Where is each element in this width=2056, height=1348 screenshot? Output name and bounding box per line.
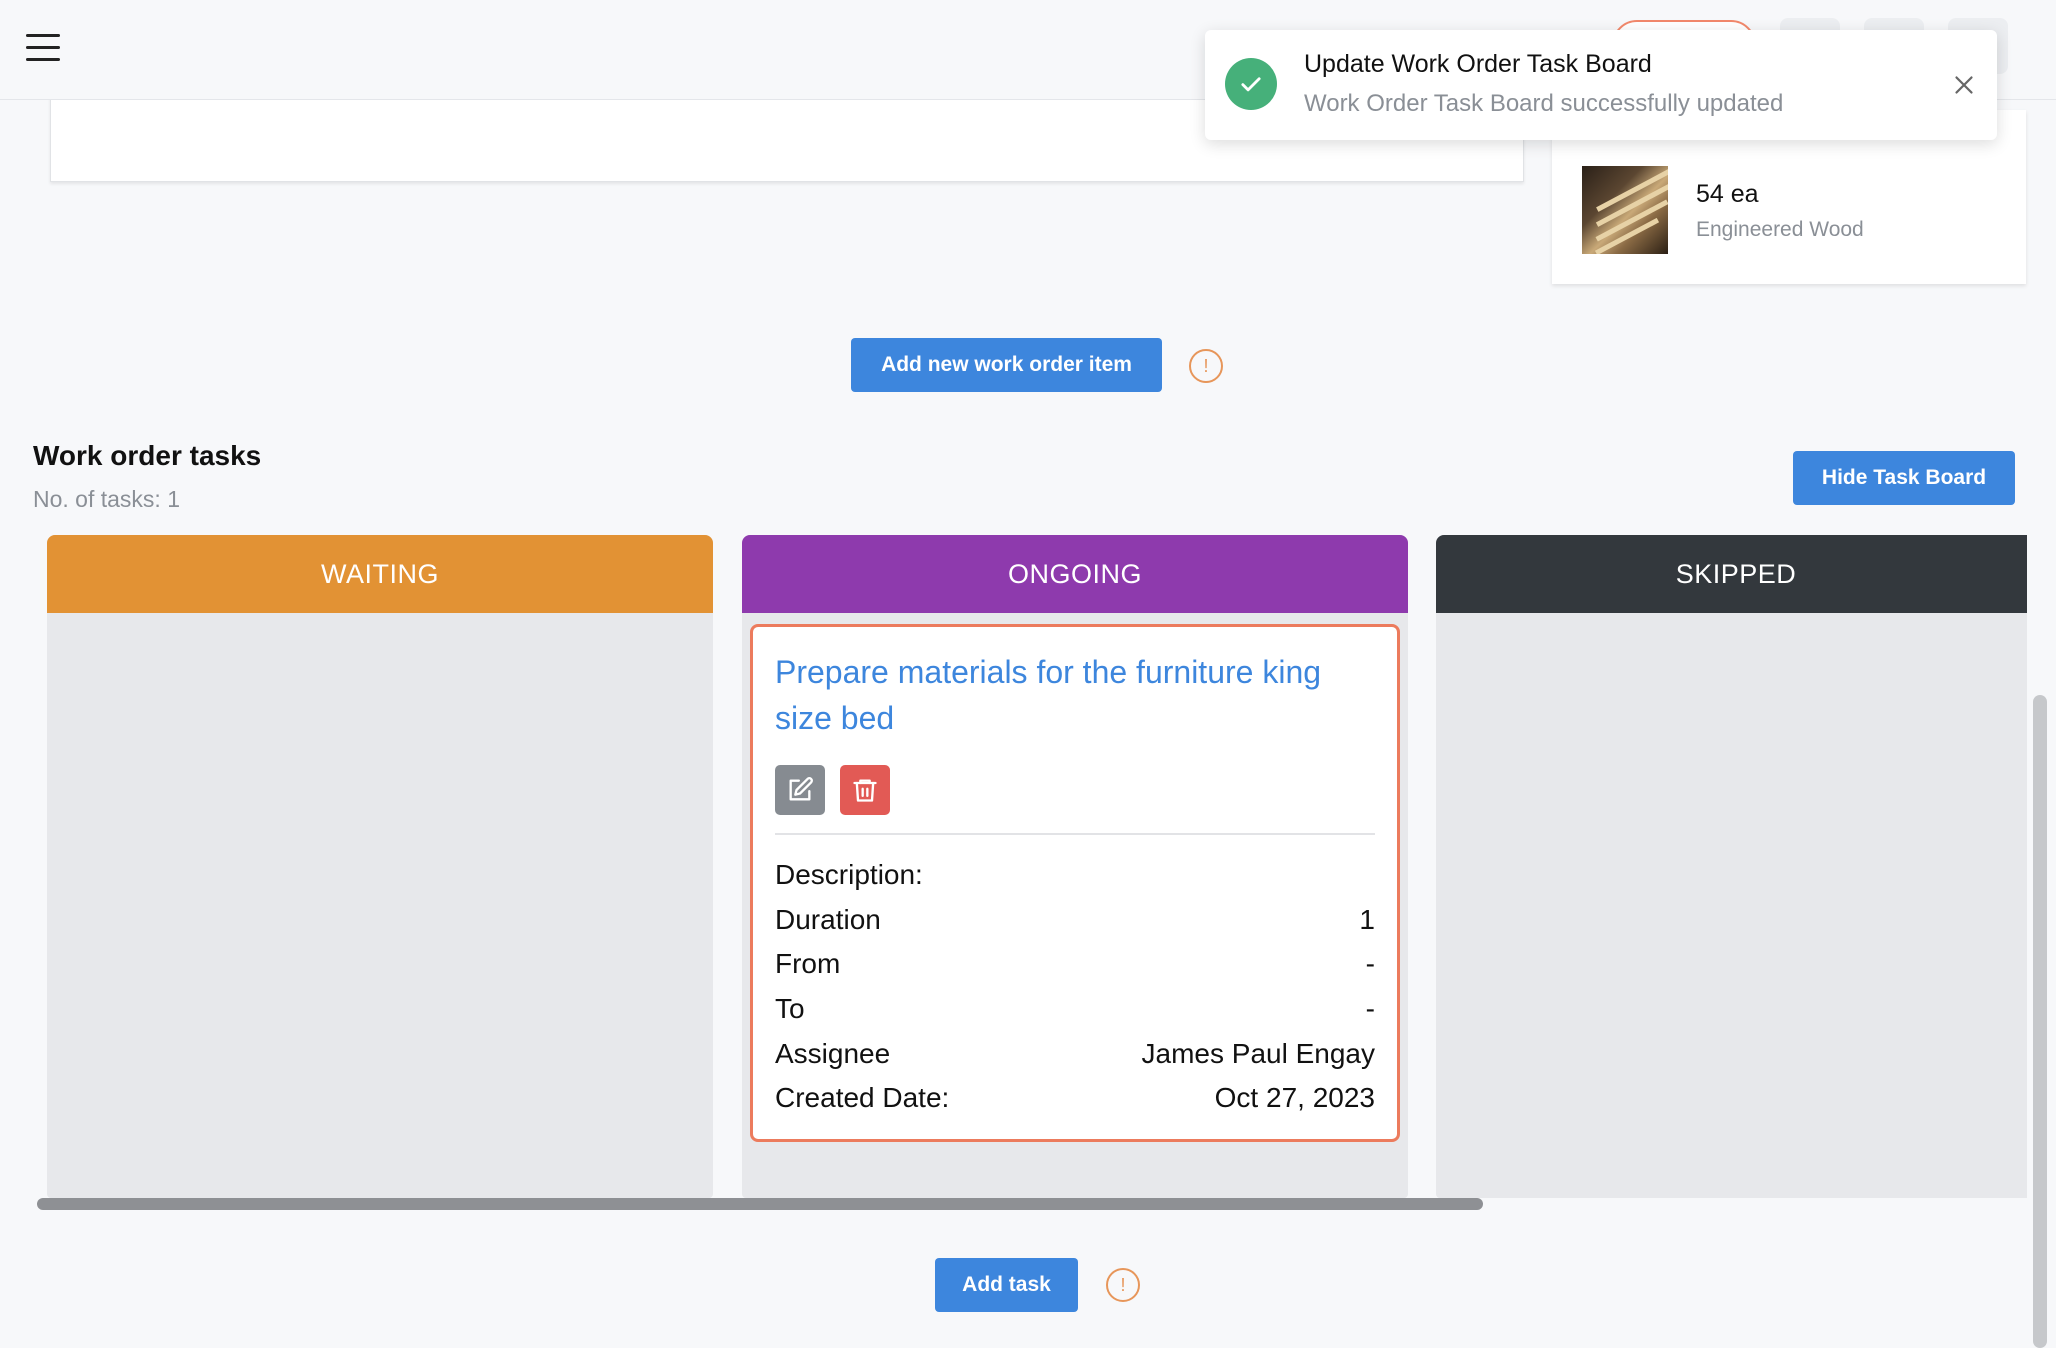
column-ongoing[interactable]: ONGOING Prepare materials for the furnit… — [742, 535, 1408, 1198]
close-icon[interactable] — [1949, 70, 1979, 100]
detail-value: 1 — [1359, 904, 1375, 935]
task-count: No. of tasks: 1 — [33, 486, 181, 512]
column-skipped[interactable]: SKIPPED — [1436, 535, 2027, 1198]
section-title: Work order tasks — [33, 440, 262, 471]
add-task-button[interactable]: Add task — [935, 1258, 1078, 1312]
detail-value: Oct 27, 2023 — [1214, 1082, 1375, 1113]
hamburger-icon[interactable] — [26, 34, 60, 62]
add-work-order-item-button[interactable]: Add new work order item — [851, 338, 1162, 392]
card-divider — [775, 833, 1375, 835]
detail-value: - — [1365, 948, 1375, 979]
detail-row-to: To - — [775, 993, 1375, 1033]
toast-title: Update Work Order Task Board — [1304, 50, 1652, 78]
task-title-link[interactable]: Prepare materials for the furniture king… — [775, 649, 1375, 741]
trash-icon — [853, 779, 877, 802]
column-header: WAITING — [47, 535, 713, 613]
toast-message: Work Order Task Board successfully updat… — [1304, 90, 1784, 117]
detail-label: From — [775, 948, 841, 979]
column-waiting[interactable]: WAITING — [47, 535, 713, 1198]
delete-button[interactable] — [840, 765, 890, 815]
detail-row-assignee: Assignee James Paul Engay — [775, 1038, 1375, 1078]
vertical-scrollbar[interactable] — [2033, 695, 2047, 1348]
task-card[interactable]: Prepare materials for the furniture king… — [750, 624, 1400, 1142]
horizontal-scrollbar[interactable] — [37, 1198, 1483, 1210]
edit-button[interactable] — [775, 765, 825, 815]
detail-row-from: From - — [775, 948, 1375, 988]
info-icon[interactable]: ! — [1106, 1268, 1140, 1302]
material-name: Engineered Wood — [1696, 218, 1864, 241]
detail-label: Duration — [775, 904, 881, 935]
check-icon — [1225, 58, 1277, 110]
detail-label: Created Date: — [775, 1082, 950, 1113]
toast-notification: Update Work Order Task Board Work Order … — [1205, 30, 1997, 140]
column-header: ONGOING — [742, 535, 1408, 613]
column-header: SKIPPED — [1436, 535, 2027, 613]
hide-task-board-button[interactable]: Hide Task Board — [1793, 451, 2015, 505]
info-icon[interactable]: ! — [1189, 349, 1223, 383]
task-board: WAITING ONGOING Prepare materials for th… — [47, 535, 2027, 1198]
material-quantity: 54 ea — [1696, 180, 1759, 208]
detail-row-description: Description: — [775, 859, 1375, 899]
edit-icon — [789, 777, 813, 801]
detail-label: Description: — [775, 859, 923, 890]
detail-row-duration: Duration 1 — [775, 904, 1375, 944]
detail-row-created-date: Created Date: Oct 27, 2023 — [775, 1082, 1375, 1122]
detail-label: To — [775, 993, 805, 1024]
detail-label: Assignee — [775, 1038, 891, 1069]
detail-value: - — [1365, 993, 1375, 1024]
detail-value: James Paul Engay — [1141, 1038, 1375, 1069]
material-thumbnail — [1582, 166, 1668, 254]
